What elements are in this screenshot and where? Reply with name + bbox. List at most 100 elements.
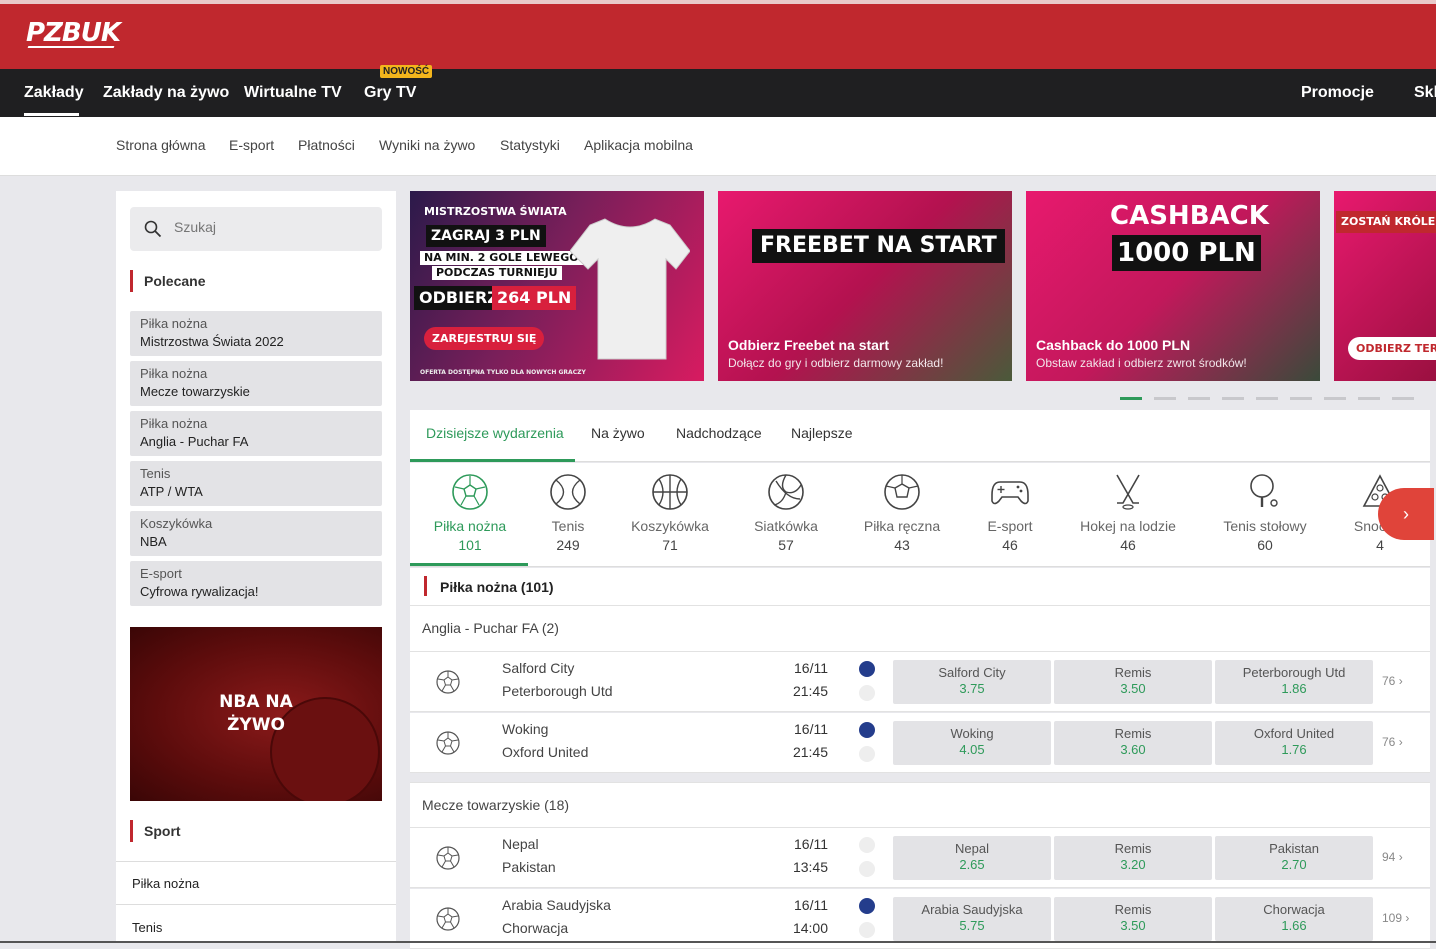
carousel-dot[interactable] <box>1154 397 1176 400</box>
subnav-aplikacja-mobilna[interactable]: Aplikacja mobilna <box>584 137 693 153</box>
carousel-dot[interactable] <box>1120 397 1142 400</box>
carousel-dot[interactable] <box>1188 397 1210 400</box>
odd-home[interactable]: Nepal 2.65 <box>893 836 1051 880</box>
sport-siatkowka[interactable]: Siatkówka 57 <box>726 473 846 555</box>
sport-count: 43 <box>894 537 910 553</box>
odd-away[interactable]: Pakistan 2.70 <box>1215 836 1373 880</box>
nav-promocje[interactable]: Promocje <box>1301 84 1374 102</box>
recommended-item[interactable]: E-sport Cyfrowa rywalizacja! <box>130 561 382 606</box>
nav-zaklady[interactable]: Zakłady <box>24 84 84 102</box>
carousel-dot[interactable] <box>1392 397 1414 400</box>
odd-value: 4.05 <box>959 742 985 757</box>
odd-away[interactable]: Oxford United 1.76 <box>1215 721 1373 765</box>
recommended-item[interactable]: Piłka nożna Mecze towarzyskie <box>130 361 382 406</box>
odd-away[interactable]: Peterborough Utd 1.86 <box>1215 660 1373 704</box>
odd-label: Arabia Saudyjska <box>921 902 1023 917</box>
stats-icon[interactable] <box>859 837 875 853</box>
recommended-name: Cyfrowa rywalizacja! <box>140 584 259 599</box>
carousel-dot[interactable] <box>1290 397 1312 400</box>
more-markets-link[interactable]: 76 › <box>1382 674 1403 688</box>
banner-cashback[interactable]: CASHBACK 1000 PLN Cashback do 1000 PLN O… <box>1026 191 1320 381</box>
nav-zaklady-na-zywo[interactable]: Zakłady na żywo <box>103 84 229 102</box>
odd-draw[interactable]: Remis 3.50 <box>1054 897 1212 941</box>
odd-away[interactable]: Chorwacja 1.66 <box>1215 897 1373 941</box>
subnav-esport[interactable]: E-sport <box>229 137 274 153</box>
nav-gry-tv[interactable]: Gry TV <box>364 84 416 102</box>
recommended-category: Piłka nożna <box>140 316 208 331</box>
banner-king[interactable]: ZOSTAŃ KRÓLEM ODBIERZ TERAZ <box>1334 191 1436 381</box>
match-row[interactable]: Arabia Saudyjska Chorwacja 16/11 14:00 A… <box>410 889 1430 949</box>
search-input[interactable] <box>174 219 364 235</box>
tab-upcoming[interactable]: Nadchodzące <box>676 425 762 441</box>
match-time: 21:45 <box>792 683 828 699</box>
football-icon <box>452 474 488 510</box>
stats-icon[interactable] <box>859 661 875 677</box>
odd-draw[interactable]: Remis 3.60 <box>1054 721 1212 765</box>
search-icon <box>144 220 162 238</box>
football-icon <box>436 846 460 870</box>
sport-esport[interactable]: E-sport 46 <box>950 473 1070 555</box>
recommended-name: ATP / WTA <box>140 484 203 499</box>
sport-heading: Sport <box>130 820 181 842</box>
more-markets-link[interactable]: 76 › <box>1382 735 1403 749</box>
sport-hokej[interactable]: Hokej na lodzie 46 <box>1068 473 1188 555</box>
match-time: 13:45 <box>792 859 828 875</box>
subnav-platnosci[interactable]: Płatności <box>298 137 355 153</box>
section-title: Piłka nożna (101) <box>410 568 1430 606</box>
sport-koszykowka[interactable]: Koszykówka 71 <box>610 473 730 555</box>
match-row[interactable]: Salford City Peterborough Utd 16/11 21:4… <box>410 652 1430 712</box>
odd-draw[interactable]: Remis 3.50 <box>1054 660 1212 704</box>
nav-sklep[interactable]: Skl <box>1414 84 1436 102</box>
sport-filter: Piłka nożna 101 Tenis 249 Koszykówka 71 Sia… <box>410 463 1434 567</box>
banner-headline: ZOSTAŃ KRÓLEM <box>1336 211 1436 233</box>
match-row[interactable]: Woking Oxford United 16/11 21:45 Woking 4… <box>410 713 1430 773</box>
recommended-item[interactable]: Piłka nożna Anglia - Puchar FA <box>130 411 382 456</box>
register-button[interactable]: ZAREJESTRUJ SIĘ <box>424 327 545 350</box>
banner-line4b: 264 PLN <box>492 286 577 310</box>
banner-kicker: MISTRZOSTWA ŚWIATA <box>424 205 567 218</box>
stats-icon[interactable] <box>859 898 875 914</box>
chevron-right-icon[interactable]: › <box>1378 488 1434 540</box>
match-row[interactable]: Nepal Pakistan 16/11 13:45 Nepal 2.65 Rem… <box>410 828 1430 888</box>
shirt-image <box>570 218 690 360</box>
odd-home[interactable]: Arabia Saudyjska 5.75 <box>893 897 1051 941</box>
banner-world-cup[interactable]: MISTRZOSTWA ŚWIATA ZAGRAJ 3 PLN NA MIN. … <box>410 191 704 381</box>
carousel-dot[interactable] <box>1256 397 1278 400</box>
league-header[interactable]: Anglia - Puchar FA (2) <box>410 606 1430 652</box>
recommended-item[interactable]: Tenis ATP / WTA <box>130 461 382 506</box>
sidebar-sport-pilka-nozna[interactable]: Piłka nożna <box>116 861 396 905</box>
carousel-dot[interactable] <box>1358 397 1380 400</box>
sport-count: 71 <box>662 537 678 553</box>
logo[interactable]: PZBUK <box>26 18 121 48</box>
stats-icon[interactable] <box>859 722 875 738</box>
recommended-category: Tenis <box>140 466 171 481</box>
tab-today[interactable]: Dzisiejsze wydarzenia <box>426 425 564 441</box>
subnav-strona-glowna[interactable]: Strona główna <box>116 137 206 153</box>
more-markets-count: 94 <box>1382 850 1396 864</box>
nav-wirtualne-tv[interactable]: Wirtualne TV <box>244 84 342 102</box>
league-header[interactable]: Mecze towarzyskie (18) <box>410 782 1430 828</box>
odd-home[interactable]: Salford City 3.75 <box>893 660 1051 704</box>
more-markets-link[interactable]: 109 › <box>1382 911 1409 925</box>
tab-best[interactable]: Najlepsze <box>791 425 852 441</box>
nba-promo-banner[interactable]: NBA NA ŻYWO <box>130 627 382 801</box>
odd-home[interactable]: Woking 4.05 <box>893 721 1051 765</box>
recommended-item[interactable]: Piłka nożna Mistrzostwa Świata 2022 <box>130 311 382 356</box>
odd-value: 3.50 <box>1120 681 1146 696</box>
sport-pilka-reczna[interactable]: Piłka ręczna 43 <box>842 473 962 555</box>
odd-draw[interactable]: Remis 3.20 <box>1054 836 1212 880</box>
recommended-item[interactable]: Koszykówka NBA <box>130 511 382 556</box>
more-markets-link[interactable]: 94 › <box>1382 850 1403 864</box>
carousel-dot[interactable] <box>1324 397 1346 400</box>
match-time: 14:00 <box>792 920 828 936</box>
tab-live[interactable]: Na żywo <box>591 425 645 441</box>
odd-label: Chorwacja <box>1263 902 1325 917</box>
subnav-wyniki-na-zywo[interactable]: Wyniki na żywo <box>379 137 475 153</box>
carousel-dot[interactable] <box>1222 397 1244 400</box>
banner-freebet[interactable]: FREEBET NA START Odbierz Freebet na star… <box>718 191 1012 381</box>
event-tabs: Dzisiejsze wydarzenia Na żywo Nadchodząc… <box>410 410 1430 462</box>
search-box[interactable] <box>130 207 382 251</box>
subnav-statystyki[interactable]: Statystyki <box>500 137 560 153</box>
sport-tenis-stolowy[interactable]: Tenis stołowy 60 <box>1205 473 1325 555</box>
claim-now-button[interactable]: ODBIERZ TERAZ <box>1348 337 1436 360</box>
